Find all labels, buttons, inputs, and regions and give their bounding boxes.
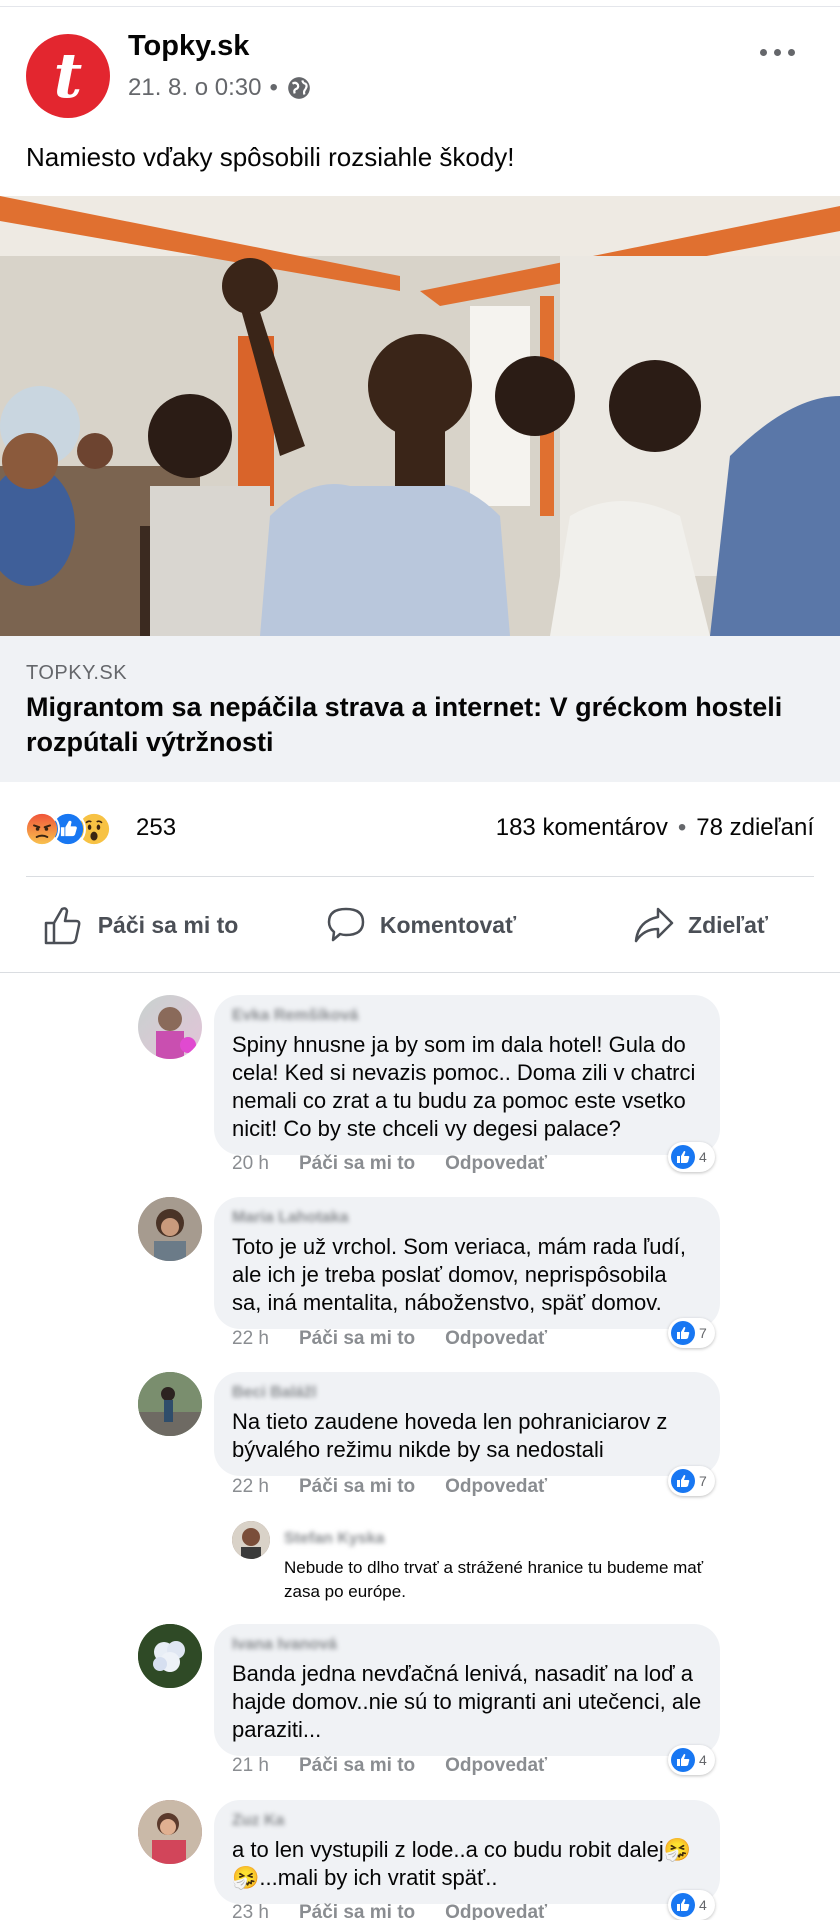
comment-bubble: Zuz Ka a to len vystupili z lode..a co b…: [214, 1800, 720, 1904]
comment-time[interactable]: 22 h: [232, 1328, 269, 1350]
migrants-photo: [0, 196, 840, 636]
comment-icon: [327, 907, 365, 942]
comment-like-badge[interactable]: 4: [668, 1142, 715, 1172]
post-header: t Topky.sk 21. 8. o 0:30 •: [0, 28, 840, 118]
comment-like-count: 4: [699, 1897, 707, 1913]
share-button[interactable]: Zdieľať: [560, 896, 840, 954]
post-meta: 21. 8. o 0:30 •: [128, 74, 312, 102]
comment-like-link[interactable]: Páči sa mi to: [299, 1476, 415, 1498]
comment-meta: 22 h Páči sa mi to Odpovedať: [232, 1476, 547, 1498]
page-name[interactable]: Topky.sk: [128, 30, 249, 63]
comment-like-link[interactable]: Páči sa mi to: [299, 1902, 415, 1920]
reply-author[interactable]: Stefan Kyska: [284, 1530, 385, 1548]
page-avatar[interactable]: t: [26, 34, 110, 118]
link-title: Migrantom sa nepáčila strava a internet:…: [26, 692, 783, 757]
meta-separator: •: [269, 74, 278, 101]
more-options-icon[interactable]: [754, 40, 800, 64]
comment-bubble: Maria Lahotaka Toto je už vrchol. Som ve…: [214, 1197, 720, 1329]
like-badge-icon: [671, 1145, 695, 1169]
comment-author[interactable]: Zuz Ka: [232, 1812, 702, 1830]
like-button-label: Páči sa mi to: [97, 911, 239, 938]
share-button-label: Zdieľať: [688, 911, 768, 938]
link-preview[interactable]: TOPKY.SK Migrantom sa nepáčila strava a …: [0, 636, 840, 782]
comment-bubble: Beci Balážl Na tieto zaudene hoveda len …: [214, 1372, 720, 1476]
commenter-avatar[interactable]: [138, 1197, 202, 1261]
commenter-avatar[interactable]: [138, 995, 202, 1059]
angry-reaction-icon: [24, 811, 60, 847]
globe-icon: [288, 77, 310, 99]
comment-meta: 21 h Páči sa mi to Odpovedať: [232, 1755, 547, 1777]
reply-avatar[interactable]: [232, 1521, 270, 1559]
share-icon: [634, 907, 674, 943]
comment-like-badge[interactable]: 4: [668, 1890, 715, 1920]
like-badge-icon: [671, 1748, 695, 1772]
comment-button[interactable]: Komentovať: [280, 896, 560, 954]
comment-author[interactable]: Evka Remšíková: [232, 1007, 702, 1025]
comment-meta: 23 h Páči sa mi to Odpovedať: [232, 1902, 547, 1920]
commenter-avatar[interactable]: [138, 1624, 202, 1688]
comments-divider: [0, 972, 840, 973]
comment-button-label: Komentovať: [379, 911, 517, 938]
comment-reply-link[interactable]: Odpovedať: [445, 1476, 547, 1498]
comment-meta: 22 h Páči sa mi to Odpovedať: [232, 1328, 547, 1350]
post-timestamp[interactable]: 21. 8. o 0:30: [128, 74, 261, 102]
comment-time[interactable]: 21 h: [232, 1755, 269, 1777]
comment-reply-link[interactable]: Odpovedať: [445, 1328, 547, 1350]
comments-count[interactable]: 183 komentárov: [496, 814, 668, 842]
comment-time[interactable]: 23 h: [232, 1902, 269, 1920]
comment-time[interactable]: 22 h: [232, 1476, 269, 1498]
top-divider: [0, 6, 840, 7]
post-text: Namiesto vďaky spôsobili rozsiahle škody…: [26, 142, 515, 172]
comment-like-link[interactable]: Páči sa mi to: [299, 1153, 415, 1175]
like-badge-icon: [671, 1469, 695, 1493]
like-badge-icon: [671, 1893, 695, 1917]
logo-letter: t: [53, 39, 83, 112]
shares-count[interactable]: 78 zdieľaní: [696, 814, 814, 842]
comment-text: Spiny hnusne ja by som im dala hotel! Gu…: [232, 1032, 696, 1141]
comment-reply-link[interactable]: Odpovedať: [445, 1755, 547, 1777]
comment-text: Banda jedna nevďačná lenivá, nasadiť na …: [232, 1661, 702, 1742]
comment-bubble: Evka Remšíková Spiny hnusne ja by som im…: [214, 995, 720, 1155]
comment-time[interactable]: 20 h: [232, 1153, 269, 1175]
comment-author[interactable]: Ivana Ivanová: [232, 1636, 702, 1654]
like-badge-icon: [671, 1321, 695, 1345]
comment-like-link[interactable]: Páči sa mi to: [299, 1328, 415, 1350]
post-photo[interactable]: [0, 196, 840, 636]
comment-text: a to len vystupili z lode..a co budu rob…: [232, 1837, 692, 1890]
stats-separator: •: [677, 814, 687, 841]
comment-like-badge[interactable]: 7: [668, 1466, 715, 1496]
comment-like-count: 7: [699, 1473, 707, 1489]
comment-bubble: Ivana Ivanová Banda jedna nevďačná leniv…: [214, 1624, 720, 1756]
comment-like-badge[interactable]: 7: [668, 1318, 715, 1348]
comment-author[interactable]: Beci Balážl: [232, 1384, 702, 1402]
comment-author[interactable]: Maria Lahotaka: [232, 1209, 702, 1227]
commenter-avatar[interactable]: [138, 1800, 202, 1864]
reaction-count[interactable]: 253: [136, 814, 176, 842]
comment-reply-link[interactable]: Odpovedať: [445, 1153, 547, 1175]
comment-like-badge[interactable]: 4: [668, 1745, 715, 1775]
thumbs-up-icon: [44, 907, 81, 945]
like-button[interactable]: Páči sa mi to: [0, 896, 280, 954]
reactions-bar: 253 183 komentárov • 78 zdieľaní: [0, 805, 840, 853]
reply-text: Nebude to dlho trvať a strážené hranice …: [284, 1558, 704, 1601]
comment-text: Toto je už vrchol. Som veriaca, mám rada…: [232, 1234, 686, 1315]
actions-divider: [26, 876, 814, 877]
comment-like-link[interactable]: Páči sa mi to: [299, 1755, 415, 1777]
comment-like-count: 4: [699, 1149, 707, 1165]
comment-like-count: 4: [699, 1752, 707, 1768]
commenter-avatar[interactable]: [138, 1372, 202, 1436]
post-stats: 183 komentárov • 78 zdieľaní: [496, 814, 814, 842]
comment-meta: 20 h Páči sa mi to Odpovedať: [232, 1153, 547, 1175]
comment-like-count: 7: [699, 1325, 707, 1341]
link-domain: TOPKY.SK: [26, 662, 128, 684]
comment-text: Na tieto zaudene hoveda len pohraniciaro…: [232, 1409, 668, 1462]
reaction-icons[interactable]: [24, 811, 134, 847]
comment-reply-link[interactable]: Odpovedať: [445, 1902, 547, 1920]
post-actions: Páči sa mi to Komentovať Zdieľať: [0, 896, 840, 954]
